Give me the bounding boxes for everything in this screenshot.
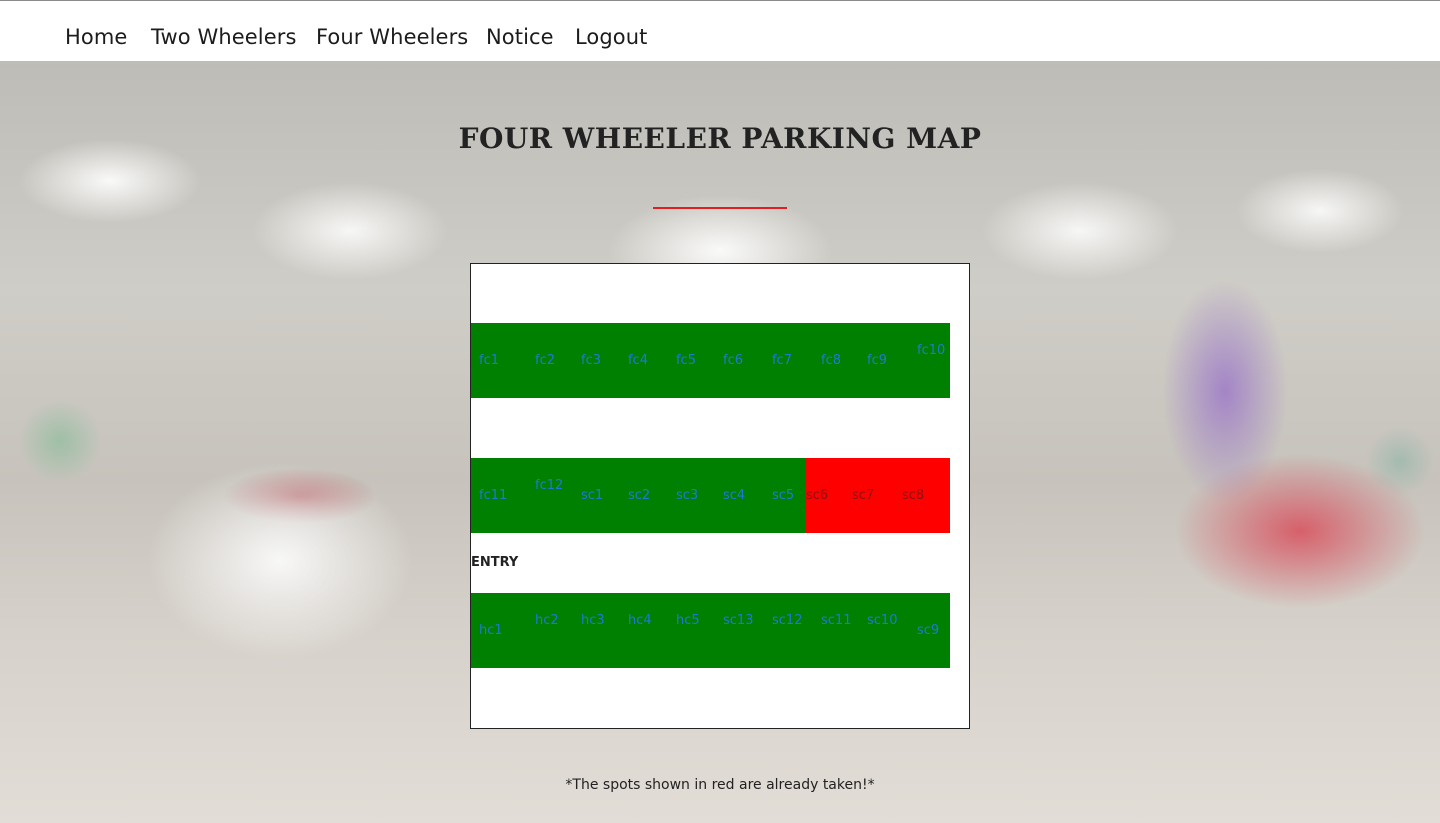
spot-label: sc2 [628,488,651,503]
spot-label: hc1 [479,623,503,638]
spot-label: sc6 [806,488,829,503]
parking-spot[interactable]: fc3 [573,323,620,398]
spot-label: sc4 [723,488,746,503]
parking-spot[interactable]: sc2 [620,458,668,533]
parking-map: fc1 fc2 fc3 fc4 fc5 fc6 fc7 fc8 fc9 fc10… [470,263,970,729]
parking-spot[interactable]: sc7 [852,458,901,533]
parking-spot[interactable]: fc10 [909,323,950,398]
spot-label: sc1 [581,488,604,503]
spot-label: fc12 [535,478,564,493]
parking-spot[interactable]: hc5 [668,593,715,668]
spot-label: fc10 [917,343,946,358]
parking-spot[interactable]: fc1 [471,323,527,398]
spot-label: fc4 [628,353,648,368]
parking-spot[interactable]: sc4 [715,458,764,533]
parking-spot[interactable]: fc12 [527,458,573,533]
spot-label: sc10 [867,613,898,628]
spot-label: fc8 [821,353,841,368]
page-title: FOUR WHEELER PARKING MAP [458,122,982,155]
spot-label: fc2 [535,353,555,368]
parking-spot[interactable]: hc3 [573,593,620,668]
parking-spot[interactable]: fc5 [668,323,715,398]
parking-spot[interactable]: fc2 [527,323,573,398]
parking-spot[interactable]: fc4 [620,323,668,398]
parking-spot[interactable]: fc9 [859,323,909,398]
parking-row-1: fc1 fc2 fc3 fc4 fc5 fc6 fc7 fc8 fc9 fc10 [471,323,950,398]
entry-label: ENTRY [471,555,519,570]
spot-label: sc5 [772,488,795,503]
parking-spot[interactable]: sc3 [668,458,715,533]
spot-label: fc3 [581,353,601,368]
parking-spot[interactable]: fc8 [813,323,859,398]
spot-label: sc13 [723,613,754,628]
parking-spot[interactable]: sc8 [901,458,950,533]
parking-row-3: hc1 hc2 hc3 hc4 hc5 sc13 sc12 sc11 sc10 … [471,593,950,668]
spot-label: hc2 [535,613,559,628]
spot-label: hc3 [581,613,605,628]
spot-label: fc7 [772,353,792,368]
nav-two-wheelers-link[interactable]: Two Wheelers [151,25,297,49]
spot-label: fc1 [479,353,499,368]
parking-spot[interactable]: sc10 [859,593,909,668]
spot-label: sc7 [852,488,875,503]
taken-spots-note: *The spots shown in red are already take… [565,777,875,793]
spot-label: fc5 [676,353,696,368]
nav-home-link[interactable]: Home [65,25,127,49]
title-underline [653,207,787,209]
spot-label: sc8 [902,488,925,503]
parking-spot[interactable]: fc7 [764,323,813,398]
parking-spot[interactable]: fc6 [715,323,764,398]
spot-label: fc6 [723,353,743,368]
parking-spot[interactable]: sc13 [715,593,764,668]
spot-label: hc5 [676,613,700,628]
spot-label: sc3 [676,488,699,503]
spot-label: sc12 [772,613,803,628]
parking-spot[interactable]: sc12 [764,593,813,668]
parking-spot[interactable]: fc11 [471,458,527,533]
parking-spot[interactable]: hc1 [471,593,527,668]
spot-label: sc9 [917,623,940,638]
nav-logout-link[interactable]: Logout [575,25,648,49]
parking-spot[interactable]: sc6 [806,458,852,533]
parking-spot[interactable]: hc2 [527,593,573,668]
parking-spot[interactable]: hc4 [620,593,668,668]
nav-notice-link[interactable]: Notice [486,25,554,49]
parking-spot[interactable]: sc9 [909,593,950,668]
spot-label: hc4 [628,613,652,628]
parking-spot[interactable]: sc5 [764,458,806,533]
parking-spot[interactable]: sc1 [573,458,620,533]
top-navigation: Home Two Wheelers Four Wheelers Notice L… [0,1,1440,61]
spot-label: sc11 [821,613,852,628]
parking-spot[interactable]: sc11 [813,593,859,668]
nav-four-wheelers-link[interactable]: Four Wheelers [316,25,468,49]
spot-label: fc9 [867,353,887,368]
parking-row-2: fc11 fc12 sc1 sc2 sc3 sc4 sc5 sc6 sc7 sc… [471,458,950,533]
spot-label: fc11 [479,488,508,503]
